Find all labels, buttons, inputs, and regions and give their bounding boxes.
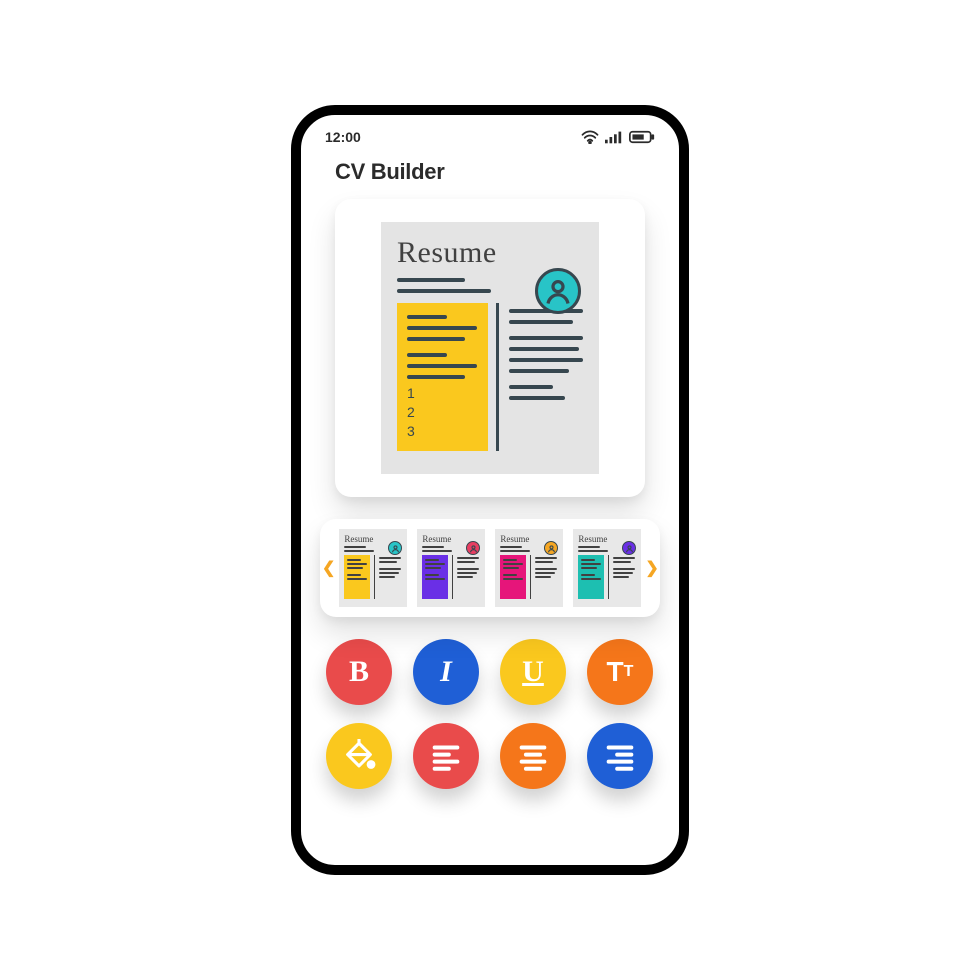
text-line <box>397 289 491 293</box>
status-icons <box>581 130 655 144</box>
phone-frame: 12:00 CV Builder Resume <box>291 105 689 875</box>
resume-preview-card[interactable]: Resume 1 2 3 <box>335 199 645 497</box>
align-right-button[interactable] <box>587 723 653 789</box>
battery-icon <box>629 130 655 144</box>
avatar-icon <box>535 268 581 314</box>
wifi-icon <box>581 130 599 144</box>
chevron-right-icon[interactable]: ❯ <box>645 558 658 578</box>
resume-left-column: 1 2 3 <box>397 303 488 451</box>
status-bar: 12:00 <box>317 129 663 149</box>
template-thumb[interactable]: Resume <box>417 529 485 607</box>
signal-icon <box>605 130 623 144</box>
resume-document: Resume 1 2 3 <box>381 222 599 474</box>
template-thumb[interactable]: Resume <box>495 529 563 607</box>
text-size-button[interactable]: TT <box>587 639 653 705</box>
chevron-left-icon[interactable]: ❮ <box>322 558 335 578</box>
template-thumbs: Resume Resume <box>339 529 641 607</box>
template-carousel: ❮ Resume Resume <box>320 519 660 617</box>
align-center-icon <box>516 739 550 773</box>
italic-button[interactable]: I <box>413 639 479 705</box>
status-time: 12:00 <box>325 129 361 145</box>
align-right-icon <box>603 739 637 773</box>
resume-title: Resume <box>397 236 583 270</box>
app-title: CV Builder <box>335 159 663 185</box>
template-thumb[interactable]: Resume <box>573 529 641 607</box>
format-toolbar: B I U TT <box>326 639 654 789</box>
align-center-button[interactable] <box>500 723 566 789</box>
resume-right-column <box>509 303 583 451</box>
underline-button[interactable]: U <box>500 639 566 705</box>
fill-color-button[interactable] <box>326 723 392 789</box>
align-left-icon <box>429 739 463 773</box>
text-line <box>397 278 465 282</box>
column-divider <box>496 303 499 451</box>
bold-button[interactable]: B <box>326 639 392 705</box>
template-thumb[interactable]: Resume <box>339 529 407 607</box>
paint-bucket-icon <box>342 739 376 773</box>
align-left-button[interactable] <box>413 723 479 789</box>
resume-number-list: 1 2 3 <box>407 384 415 441</box>
